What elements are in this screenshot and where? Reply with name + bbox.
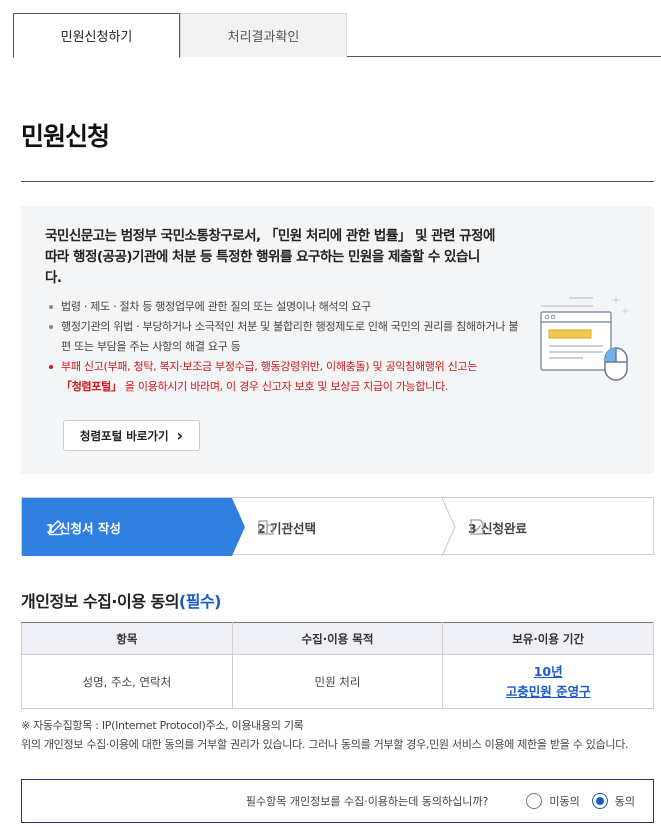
info-bullet-corruption: 부패 신고(부패, 청탁, 복지·보조금 부정수급, 행동강령위반, 이해충돌)… bbox=[49, 357, 519, 397]
step-1-write: 1 신청서 작성 bbox=[46, 518, 121, 537]
progress-steps: 1 신청서 작성 2 기관선택 3 신청완료 bbox=[21, 497, 654, 556]
consent-question: 필수항목 개인정보를 수집·이용하는데 동의하십니까? bbox=[245, 795, 489, 808]
info-box: 국민신문고는 범정부 국민소통창구로서, 「민원 처리에 관한 법률」 및 관련… bbox=[21, 206, 654, 474]
header-items: 항목 bbox=[21, 622, 233, 655]
radio-agree[interactable]: 동의 bbox=[591, 793, 635, 809]
pencil-icon bbox=[48, 520, 62, 536]
cell-period: 10년 고충민원 준영구 bbox=[442, 654, 654, 709]
header-period: 보유·이용 기간 bbox=[442, 622, 654, 655]
info-lead-text: 국민신문고는 범정부 국민소통창구로서, 「민원 처리에 관한 법률」 및 관련… bbox=[45, 228, 495, 286]
portal-button-label: 청렴포털 바로가기 bbox=[79, 428, 169, 443]
consent-table: 항목 수집·이용 목적 보유·이용 기간 성명, 주소, 연락처 민원 처리 1… bbox=[21, 622, 654, 709]
table-row: 성명, 주소, 연락처 민원 처리 10년 고충민원 준영구 bbox=[21, 654, 654, 709]
period-line-2: 고충민원 준영구 bbox=[505, 683, 591, 699]
cell-items: 성명, 주소, 연락처 bbox=[21, 654, 233, 709]
info-bullet-list: 법령 · 제도 · 절차 등 행정업무에 관한 질의 또는 설명이나 해석의 요… bbox=[49, 297, 519, 397]
required-badge: (필수) bbox=[178, 592, 222, 611]
table-header-row: 항목 수집·이용 목적 보유·이용 기간 bbox=[21, 622, 654, 655]
svg-text:+: + bbox=[611, 294, 621, 307]
portal-shortcut-button[interactable]: 청렴포털 바로가기 › bbox=[63, 420, 200, 451]
tab-bar: 민원신청하기 처리결과확인 bbox=[13, 13, 661, 58]
document-check-icon bbox=[470, 519, 484, 535]
svg-text:+: + bbox=[621, 306, 629, 317]
info-bullet-grievance: 행정기관의 위법 · 부당하거나 소극적인 처분 및 불합리한 행정제도로 인해… bbox=[49, 317, 519, 357]
building-icon bbox=[258, 520, 274, 535]
corruption-tail-text: 을 이용하시기 바라며, 이 경우 신고자 보호 및 보상금 지급이 가능합니다… bbox=[121, 380, 449, 393]
tab-result[interactable]: 처리결과확인 bbox=[180, 13, 347, 57]
cell-purpose: 민원 처리 bbox=[231, 654, 444, 709]
consent-title: 개인정보 수집·이용 동의(필수) bbox=[21, 588, 222, 612]
web-form-illustration-icon: + + bbox=[540, 294, 629, 381]
info-bullet-inquiry: 법령 · 제도 · 절차 등 행정업무에 관한 질의 또는 설명이나 해석의 요… bbox=[49, 297, 519, 317]
tab-apply[interactable]: 민원신청하기 bbox=[13, 13, 180, 58]
step-3-complete: 3 신청완료 bbox=[468, 518, 527, 537]
refusal-right-note: 위의 개인정보 수집·이용에 대한 동의를 거부할 권리가 있습니다. 그러나 … bbox=[21, 738, 629, 751]
auto-collect-note: ※ 자동수집항목 : IP(Internet Protocol)주소, 이용내용… bbox=[21, 719, 304, 732]
corruption-text: 부패 신고(부패, 청탁, 복지·보조금 부정수급, 행동강령위반, 이해충돌)… bbox=[61, 360, 478, 373]
radio-agree-circle[interactable] bbox=[591, 793, 608, 809]
radio-disagree-circle[interactable] bbox=[526, 793, 543, 809]
consent-title-text: 개인정보 수집·이용 동의 bbox=[21, 592, 179, 611]
step-2-agency: 2 기관선택 bbox=[257, 518, 316, 537]
chevron-right-icon: › bbox=[176, 425, 184, 445]
radio-disagree-label: 미동의 bbox=[549, 795, 580, 808]
page-title: 민원신청 bbox=[21, 122, 110, 151]
consent-agreement-box: 필수항목 개인정보를 수집·이용하는데 동의하십니까? 미동의 동의 bbox=[21, 779, 654, 823]
radio-disagree[interactable]: 미동의 bbox=[526, 793, 580, 809]
radio-agree-label: 동의 bbox=[614, 795, 635, 808]
header-purpose: 수집·이용 목적 bbox=[231, 622, 444, 655]
title-divider bbox=[21, 181, 654, 182]
portal-link-text[interactable]: 「청렴포털」 bbox=[61, 380, 122, 393]
consent-notes: ※ 자동수집항목 : IP(Internet Protocol)주소, 이용내용… bbox=[21, 716, 661, 754]
period-line-1: 10년 bbox=[533, 663, 563, 679]
